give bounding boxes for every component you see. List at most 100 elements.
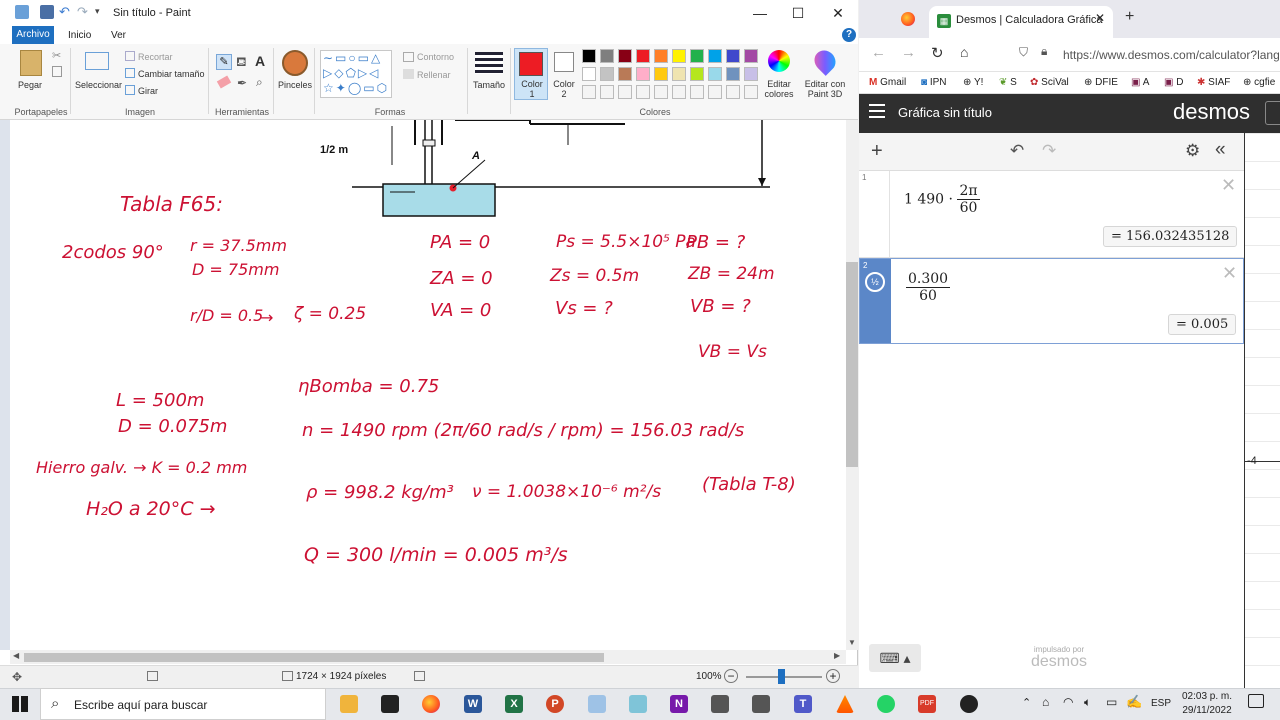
palette-color-swatch[interactable] xyxy=(618,67,632,81)
scroll-down-icon[interactable]: ▼ xyxy=(848,638,856,647)
notifications-icon[interactable] xyxy=(1248,694,1264,708)
palette-color-swatch[interactable] xyxy=(636,67,650,81)
bookmark-ipn[interactable]: ◙ IPN xyxy=(921,77,947,88)
eraser-icon[interactable] xyxy=(216,75,232,89)
paint3d-icon[interactable] xyxy=(810,46,840,76)
pencil-icon[interactable]: ✎ xyxy=(216,54,232,70)
view-menu-tab[interactable]: Ver xyxy=(111,30,126,41)
palette-empty-swatch[interactable] xyxy=(636,85,650,99)
customize-quick-access-icon[interactable]: ▾ xyxy=(95,6,100,17)
rotate-button[interactable]: Girar xyxy=(138,86,158,96)
clock[interactable]: 02:03 p. m. 29/11/2022 xyxy=(1174,690,1240,718)
palette-empty-swatch[interactable] xyxy=(708,85,722,99)
palette-color-swatch[interactable] xyxy=(654,67,668,81)
bookmark-scival[interactable]: ✿ SciVal xyxy=(1030,77,1069,88)
calculator-icon[interactable] xyxy=(752,695,770,713)
redo-icon[interactable]: ↷ xyxy=(77,5,91,19)
battery-icon[interactable]: ▭ xyxy=(1106,695,1117,709)
home-icon[interactable]: ⌂ xyxy=(960,44,968,60)
paste-icon[interactable] xyxy=(20,50,42,76)
paste-button[interactable]: Pegar xyxy=(18,80,42,90)
taskbar-search-box[interactable]: ⌕ Escribe aquí para buscar xyxy=(40,688,326,720)
bookmark-y[interactable]: ⊕ Y! xyxy=(963,77,983,88)
bookmark-d[interactable]: ▣ D xyxy=(1164,77,1183,88)
paint-canvas[interactable]: 1/2 m A Tabla F65: 2codos 90° r = 37.5mm… xyxy=(10,120,846,650)
graph-pane[interactable]: -4 xyxy=(1244,133,1280,688)
bookmark-a[interactable]: ▣ A xyxy=(1131,77,1149,88)
language-indicator[interactable]: ESP xyxy=(1151,698,1171,709)
brushes-icon[interactable] xyxy=(282,50,308,76)
outline-button[interactable]: Contorno xyxy=(417,52,454,62)
expression-result[interactable]: = 156.032435128 xyxy=(1103,226,1238,247)
chrome-like-icon[interactable] xyxy=(960,695,978,713)
select-icon[interactable] xyxy=(85,52,109,70)
palette-empty-swatch[interactable] xyxy=(672,85,686,99)
palette-color-swatch[interactable] xyxy=(636,49,650,63)
start-button-icon[interactable] xyxy=(12,696,28,712)
word-icon[interactable]: W xyxy=(464,695,482,713)
expression-row-2[interactable]: 2 ½ 0.300 60 ✕ = 0.005 xyxy=(859,258,1244,344)
select-button[interactable]: Seleccionar xyxy=(75,80,122,90)
edit-colors-icon[interactable] xyxy=(768,50,790,72)
url-input[interactable]: https://www.desmos.com/calculator?lang= xyxy=(1063,44,1280,66)
palette-color-swatch[interactable] xyxy=(672,67,686,81)
bookmark-cgfie[interactable]: ⊕ cgfie xyxy=(1243,77,1275,88)
paint-taskbar-icon[interactable] xyxy=(588,695,606,713)
scroll-left-icon[interactable]: ◀ xyxy=(13,651,19,660)
color-picker-icon[interactable]: ✒ xyxy=(237,76,247,90)
palette-color-swatch[interactable] xyxy=(708,67,722,81)
palette-color-swatch[interactable] xyxy=(600,67,614,81)
wifi-icon[interactable]: ◠ xyxy=(1063,695,1073,709)
fill-button[interactable]: Rellenar xyxy=(417,70,451,80)
fill-bucket-icon[interactable]: ⛾ xyxy=(236,54,247,72)
undo-icon[interactable]: ↶ xyxy=(1010,141,1024,161)
expression-result[interactable]: = 0.005 xyxy=(1168,314,1237,335)
cut-icon[interactable]: ✂ xyxy=(52,49,61,62)
palette-color-swatch[interactable] xyxy=(744,67,758,81)
horizontal-scrollbar-thumb[interactable] xyxy=(24,653,604,662)
powerpoint-icon[interactable]: P xyxy=(546,695,564,713)
palette-color-swatch[interactable] xyxy=(582,67,596,81)
delete-expression-icon[interactable]: ✕ xyxy=(1222,263,1237,284)
volume-icon[interactable]: 🔈︎ xyxy=(1084,695,1091,710)
expression-math[interactable]: 1 490 · 2π 60 xyxy=(904,183,980,216)
collapse-list-icon[interactable]: « xyxy=(1215,139,1226,161)
color2-label[interactable]: Color 2 xyxy=(551,79,577,99)
zoom-in-button[interactable]: + xyxy=(826,669,840,683)
crop-button[interactable]: Recortar xyxy=(138,52,173,62)
new-tab-icon[interactable]: + xyxy=(1125,8,1134,26)
graph-title[interactable]: Gráfica sin título xyxy=(898,105,992,120)
palette-empty-swatch[interactable] xyxy=(690,85,704,99)
tools-app-icon[interactable] xyxy=(711,695,729,713)
tab-close-icon[interactable]: ✕ xyxy=(1095,11,1105,25)
magnifier-icon[interactable]: ⌕ xyxy=(256,75,263,90)
redo-icon[interactable]: ↷ xyxy=(1042,141,1056,161)
size-icon[interactable] xyxy=(475,52,503,74)
palette-color-swatch[interactable] xyxy=(726,49,740,63)
back-icon[interactable]: ← xyxy=(871,44,886,61)
resize-button[interactable]: Cambiar tamaño xyxy=(138,69,205,79)
undo-icon[interactable]: ↶ xyxy=(59,5,73,19)
zoom-slider-thumb[interactable] xyxy=(778,669,785,684)
bookmark-dfie[interactable]: ⊕ DFIE xyxy=(1084,77,1118,88)
notes-app-icon[interactable] xyxy=(629,695,647,713)
edit-colors-button[interactable]: Editar colores xyxy=(762,79,796,99)
hamburger-menu-icon[interactable] xyxy=(869,104,885,118)
firefox-taskbar-icon[interactable] xyxy=(422,695,440,713)
tracking-protection-icon[interactable]: ⛉ xyxy=(1019,45,1028,60)
text-tool-icon[interactable]: A xyxy=(255,53,265,69)
palette-empty-swatch[interactable] xyxy=(744,85,758,99)
reload-icon[interactable]: ↻ xyxy=(931,44,944,62)
bookmark-gmail[interactable]: M Gmail xyxy=(869,77,906,88)
teams-icon[interactable]: T xyxy=(794,695,812,713)
scroll-right-icon[interactable]: ▶ xyxy=(834,651,840,660)
minimize-button[interactable]: — xyxy=(740,0,780,26)
palette-empty-swatch[interactable] xyxy=(726,85,740,99)
file-menu-tab[interactable]: Archivo xyxy=(12,26,54,44)
palette-color-swatch[interactable] xyxy=(690,49,704,63)
zoom-out-button[interactable]: − xyxy=(724,669,738,683)
palette-color-swatch[interactable] xyxy=(582,49,596,63)
header-menu-button[interactable] xyxy=(1265,101,1280,125)
home-menu-tab[interactable]: Inicio xyxy=(68,30,91,41)
copy-icon[interactable] xyxy=(52,66,62,77)
